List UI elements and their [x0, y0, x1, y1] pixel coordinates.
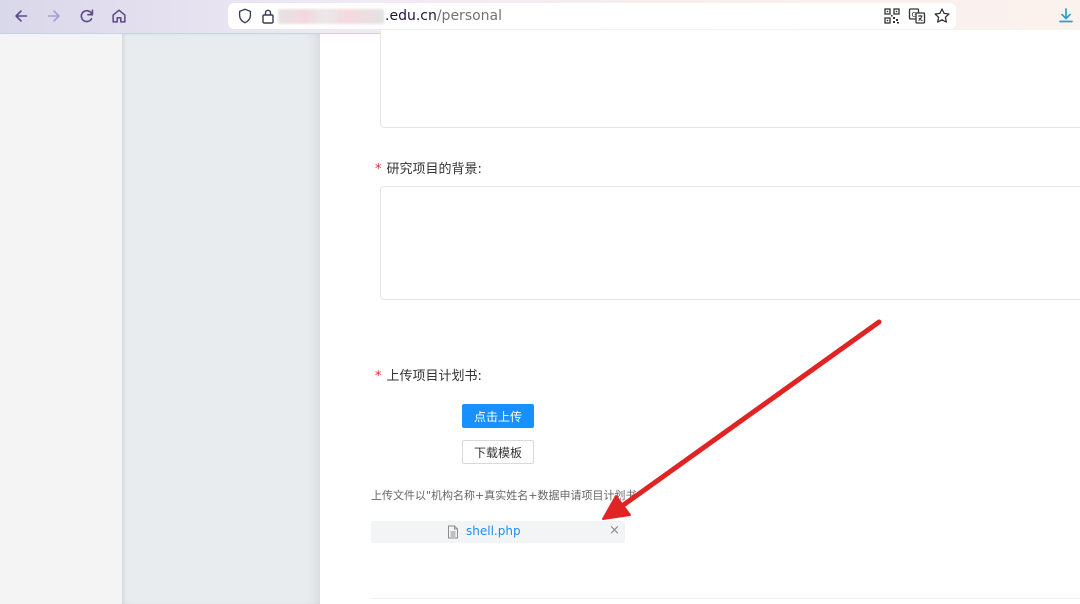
back-button[interactable] [10, 5, 32, 27]
file-name-link[interactable]: shell.php [466, 524, 521, 538]
reload-button[interactable] [76, 5, 98, 27]
background-textarea[interactable] [380, 186, 1080, 300]
background-field-label: * 研究项目的背景: [375, 158, 482, 177]
document-icon [448, 525, 458, 539]
forward-button[interactable] [43, 5, 65, 27]
uploaded-file-item[interactable]: shell.php × [371, 521, 625, 543]
left-sidebar [0, 34, 122, 604]
translate-icon[interactable]: G [908, 7, 926, 25]
url-path: /personal [436, 8, 503, 24]
background-label-text: 研究项目的背景: [386, 162, 482, 177]
download-icon[interactable] [1056, 6, 1076, 26]
url-domain: .edu.cn [385, 8, 437, 24]
home-icon [112, 9, 126, 23]
upload-label-text: 上传项目计划书: [386, 369, 482, 384]
browser-toolbar: .edu.cn/personal G [0, 0, 1080, 34]
qr-code-icon[interactable] [883, 7, 901, 25]
previous-textarea[interactable] [380, 30, 1080, 128]
bookmark-star-icon[interactable] [933, 7, 951, 25]
required-mark: * [375, 369, 382, 384]
home-button[interactable] [108, 5, 130, 27]
shield-icon[interactable] [236, 7, 254, 25]
side-panel [122, 34, 320, 604]
required-mark: * [375, 162, 382, 177]
back-icon [15, 10, 28, 22]
upload-hint: 上传文件以"机构名称+真实姓名+数据申请项目计划书 [371, 489, 637, 502]
redacted-url-segment [278, 9, 384, 24]
download-template-button[interactable]: 下载模板 [462, 440, 534, 464]
upload-button[interactable]: 点击上传 [462, 404, 534, 428]
address-bar[interactable]: .edu.cn/personal G [228, 3, 956, 29]
forward-icon [47, 10, 60, 22]
lock-icon[interactable] [261, 8, 275, 24]
remove-file-button[interactable]: × [609, 524, 620, 538]
url-text[interactable]: .edu.cn/personal [385, 8, 502, 24]
reload-icon [80, 9, 94, 23]
divider [371, 598, 1080, 599]
upload-field-label: * 上传项目计划书: [375, 365, 482, 384]
